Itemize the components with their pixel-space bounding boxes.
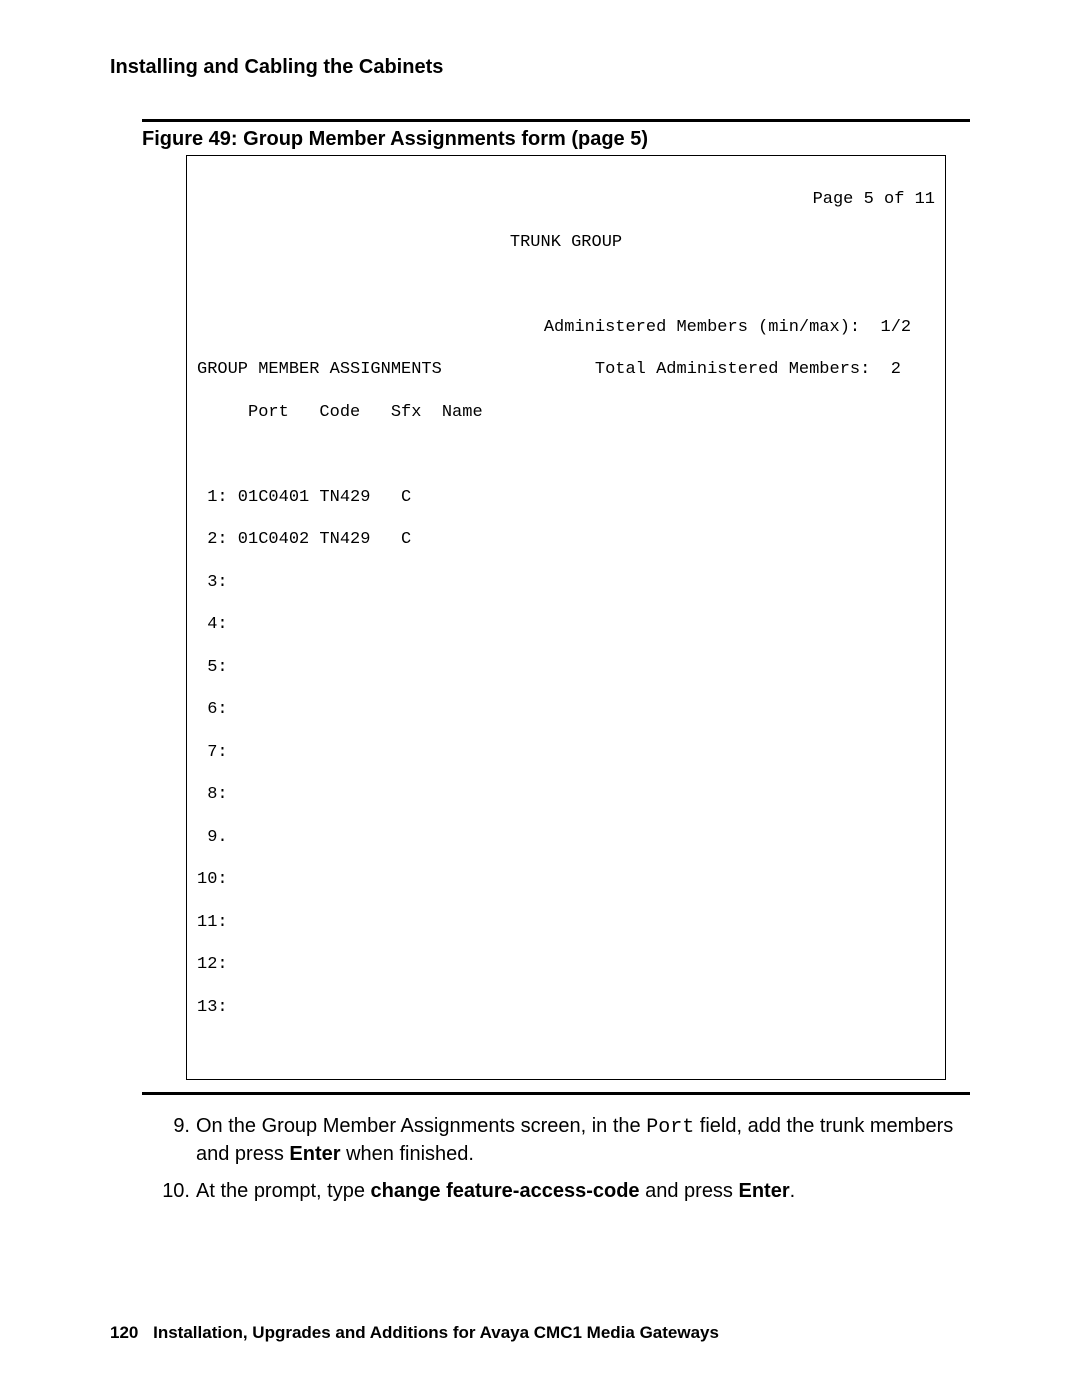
code-inline: Port xyxy=(646,1116,694,1139)
section-header: Installing and Cabling the Cabinets xyxy=(110,56,970,79)
group-heading: GROUP MEMBER ASSIGNMENTS xyxy=(197,360,442,379)
table-row: 1: 01C0401 TN429 C xyxy=(197,487,935,508)
table-row: 11: xyxy=(197,912,935,933)
table-row: 5: xyxy=(197,657,935,678)
step-number: 9. xyxy=(142,1113,196,1168)
step-10: 10. At the prompt, type change feature-a… xyxy=(142,1178,970,1205)
text: when finished. xyxy=(341,1143,474,1165)
rule-bottom xyxy=(142,1092,970,1095)
instructions: 9. On the Group Member Assignments scree… xyxy=(142,1113,970,1205)
table-row: 13: xyxy=(197,997,935,1018)
step-number: 10. xyxy=(142,1178,196,1205)
figure-caption: Figure 49: Group Member Assignments form… xyxy=(142,128,970,151)
step-9: 9. On the Group Member Assignments scree… xyxy=(142,1113,970,1168)
step-body: At the prompt, type change feature-acces… xyxy=(196,1178,970,1205)
command-text: change feature-access-code xyxy=(371,1180,640,1202)
enter-key: Enter xyxy=(289,1143,340,1165)
terminal-screen: Page 5 of 11 TRUNK GROUP Administered Me… xyxy=(186,155,946,1080)
terminal-blank2 xyxy=(197,444,935,465)
text: At the prompt, type xyxy=(196,1180,371,1202)
table-row: 6: xyxy=(197,699,935,720)
page-footer: 120 Installation, Upgrades and Additions… xyxy=(110,1323,719,1343)
total-label: Total Administered Members: xyxy=(595,360,870,379)
step-body: On the Group Member Assignments screen, … xyxy=(196,1113,970,1168)
table-row: 7: xyxy=(197,742,935,763)
page: Installing and Cabling the Cabinets Figu… xyxy=(0,0,1080,1397)
text: and press xyxy=(640,1180,739,1202)
doc-title: Installation, Upgrades and Additions for… xyxy=(153,1323,719,1342)
page-number: 120 xyxy=(110,1323,138,1342)
table-row: 12: xyxy=(197,954,935,975)
table-row: 2: 01C0402 TN429 C xyxy=(197,529,935,550)
terminal-page-indicator: Page 5 of 11 xyxy=(197,189,935,210)
terminal-admin-line: Administered Members (min/max): 1/2 xyxy=(197,317,935,338)
table-row: 3: xyxy=(197,572,935,593)
text: . xyxy=(790,1180,796,1202)
admin-minmax-value: 1/2 xyxy=(881,318,912,337)
table-row: 4: xyxy=(197,614,935,635)
admin-minmax-label: Administered Members (min/max): xyxy=(544,318,860,337)
terminal-group-line: GROUP MEMBER ASSIGNMENTS Total Administe… xyxy=(197,359,935,380)
table-row: 9. xyxy=(197,827,935,848)
text: On the Group Member Assignments screen, … xyxy=(196,1115,646,1137)
total-value: 2 xyxy=(891,360,901,379)
enter-key: Enter xyxy=(739,1180,790,1202)
terminal-blank xyxy=(197,274,935,295)
terminal-title: TRUNK GROUP xyxy=(197,232,935,253)
table-row: 10: xyxy=(197,869,935,890)
rule-top xyxy=(142,119,970,122)
terminal-columns: Port Code Sfx Name xyxy=(197,402,935,423)
table-row: 8: xyxy=(197,784,935,805)
